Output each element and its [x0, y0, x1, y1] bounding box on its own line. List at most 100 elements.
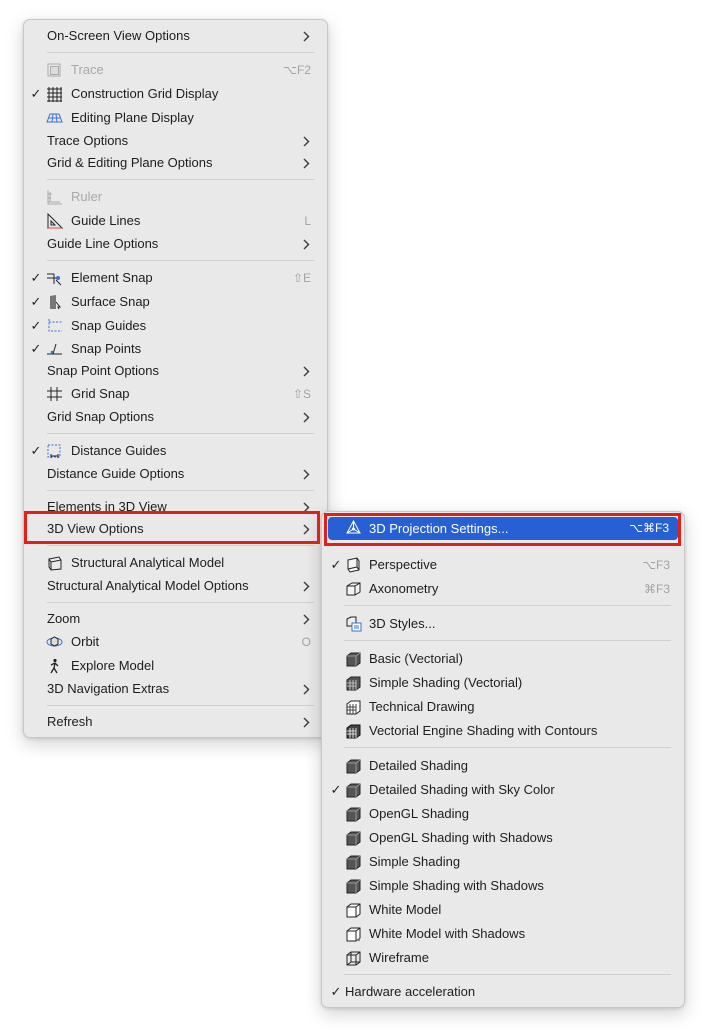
vectorial-contours-icon	[345, 723, 362, 739]
menu-item-zoom[interactable]: Zoom	[24, 608, 327, 630]
menu-item-label: Axonometry	[369, 581, 439, 596]
menu-separator	[47, 52, 314, 53]
walking-person-icon	[46, 658, 63, 674]
chevron-right-icon	[303, 406, 313, 428]
3d-styles-icon	[345, 616, 362, 632]
chevron-right-icon	[303, 360, 313, 382]
chevron-right-icon	[303, 233, 313, 255]
menu-item-opengl-shading-shadows[interactable]: OpenGL Shading with Shadows	[322, 827, 684, 849]
menu-separator	[47, 490, 314, 491]
menu-item-snap-guides[interactable]: ✓ Snap Guides	[24, 315, 327, 337]
menu-item-axonometry[interactable]: Axonometry ⌘F3	[322, 578, 684, 600]
menu-item-label: Snap Guides	[71, 318, 147, 333]
menu-item-grid-editing-plane-options[interactable]: Grid & Editing Plane Options	[24, 152, 327, 174]
menu-separator	[344, 640, 671, 641]
menu-item-3d-styles[interactable]: 3D Styles...	[322, 613, 684, 635]
menu-item-element-snap[interactable]: ✓ Element Snap ⇧E	[24, 267, 327, 289]
menu-item-3d-view-options[interactable]: 3D View Options	[24, 518, 327, 540]
menu-item-guide-lines[interactable]: Guide Lines L	[24, 210, 327, 232]
chevron-right-icon	[303, 678, 313, 700]
menu-separator	[47, 545, 314, 546]
menu-item-label: Simple Shading (Vectorial)	[369, 675, 523, 690]
chevron-right-icon	[303, 463, 313, 485]
checkmark-icon: ✓	[30, 270, 42, 285]
menu-item-white-model-shadows[interactable]: White Model with Shadows	[322, 923, 684, 945]
perspective-icon	[345, 557, 362, 573]
menu-item-label: 3D View Options	[47, 521, 144, 536]
projection-settings-icon	[345, 520, 362, 536]
opengl-shading-icon	[345, 806, 362, 822]
simple-shading-icon	[345, 854, 362, 870]
white-model-icon	[345, 902, 362, 918]
shortcut-label: ⌥F3	[642, 558, 670, 572]
menu-item-white-model[interactable]: White Model	[322, 899, 684, 921]
menu-item-label: Guide Line Options	[47, 236, 159, 251]
chevron-right-icon	[303, 711, 313, 733]
wireframe-icon	[345, 950, 362, 966]
menu-item-structural-analytical-model[interactable]: Structural Analytical Model	[24, 552, 327, 574]
menu-item-orbit[interactable]: Orbit O	[24, 631, 327, 653]
axonometry-icon	[345, 581, 362, 597]
menu-item-guide-line-options[interactable]: Guide Line Options	[24, 233, 327, 255]
menu-item-snap-point-options[interactable]: Snap Point Options	[24, 360, 327, 382]
shortcut-label: ⇧E	[292, 271, 311, 285]
menu-item-distance-guides[interactable]: ✓ Distance Guides	[24, 440, 327, 462]
menu-item-vectorial-engine-shading-contours[interactable]: Vectorial Engine Shading with Contours	[322, 720, 684, 742]
menu-item-trace[interactable]: Trace ⌥F2	[24, 59, 327, 81]
menu-item-label: Grid & Editing Plane Options	[47, 155, 213, 170]
chevron-right-icon	[303, 575, 313, 597]
ruler-icon	[46, 189, 63, 205]
menu-item-label: Orbit	[71, 634, 100, 649]
menu-item-wireframe[interactable]: Wireframe	[322, 947, 684, 969]
menu-item-refresh[interactable]: Refresh	[24, 711, 327, 733]
menu-item-simple-shading[interactable]: Simple Shading	[322, 851, 684, 873]
guide-lines-icon	[46, 213, 63, 229]
menu-item-hardware-acceleration[interactable]: ✓ Hardware acceleration	[322, 981, 684, 1003]
menu-item-explore-model[interactable]: Explore Model	[24, 655, 327, 677]
chevron-right-icon	[303, 518, 313, 540]
checkmark-icon: ✓	[30, 318, 42, 333]
menu-item-basic-vectorial[interactable]: Basic (Vectorial)	[322, 648, 684, 670]
menu-item-label: Wireframe	[369, 950, 429, 965]
menu-item-3d-navigation-extras[interactable]: 3D Navigation Extras	[24, 678, 327, 700]
menu-item-trace-options[interactable]: Trace Options	[24, 130, 327, 152]
menu-item-detailed-shading-sky-color[interactable]: ✓ Detailed Shading with Sky Color	[322, 779, 684, 801]
checkmark-icon: ✓	[30, 341, 42, 356]
menu-separator	[47, 602, 314, 603]
simple-shading-vectorial-icon	[345, 675, 362, 691]
white-model-shadows-icon	[345, 926, 362, 942]
menu-item-grid-snap-options[interactable]: Grid Snap Options	[24, 406, 327, 428]
checkmark-icon: ✓	[30, 86, 42, 101]
menu-item-label: Distance Guides	[71, 443, 167, 458]
menu-item-3d-projection-settings[interactable]: 3D Projection Settings... ⌥⌘F3	[328, 517, 678, 540]
menu-item-simple-shading-shadows[interactable]: Simple Shading with Shadows	[322, 875, 684, 897]
menu-item-label: Perspective	[369, 557, 437, 572]
menu-item-snap-points[interactable]: ✓ Snap Points	[24, 338, 327, 360]
menu-item-label: Editing Plane Display	[71, 110, 194, 125]
menu-item-label: 3D Projection Settings...	[369, 521, 509, 536]
snap-points-icon	[46, 341, 63, 357]
menu-item-structural-analytical-model-options[interactable]: Structural Analytical Model Options	[24, 575, 327, 597]
menu-item-opengl-shading[interactable]: OpenGL Shading	[322, 803, 684, 825]
menu-item-on-screen-view-options[interactable]: On-Screen View Options	[24, 25, 327, 47]
menu-item-elements-in-3d-view[interactable]: Elements in 3D View	[24, 496, 327, 518]
menu-item-ruler[interactable]: Ruler	[24, 186, 327, 208]
structural-model-icon	[46, 555, 63, 571]
menu-item-construction-grid-display[interactable]: ✓ Construction Grid Display	[24, 83, 327, 105]
surface-snap-icon	[46, 294, 63, 310]
menu-item-label: White Model	[369, 902, 442, 917]
detailed-shading-icon	[345, 758, 362, 774]
menu-item-simple-shading-vectorial[interactable]: Simple Shading (Vectorial)	[322, 672, 684, 694]
menu-item-distance-guide-options[interactable]: Distance Guide Options	[24, 463, 327, 485]
menu-item-perspective[interactable]: ✓ Perspective ⌥F3	[322, 554, 684, 576]
menu-item-editing-plane-display[interactable]: Editing Plane Display	[24, 107, 327, 129]
menu-item-surface-snap[interactable]: ✓ Surface Snap	[24, 291, 327, 313]
opengl-shadows-icon	[345, 830, 362, 846]
menu-separator	[47, 433, 314, 434]
menu-separator	[344, 974, 671, 975]
menu-item-label: Trace	[71, 62, 104, 77]
menu-item-detailed-shading[interactable]: Detailed Shading	[322, 755, 684, 777]
shortcut-label: ⌘F3	[643, 582, 670, 596]
menu-item-technical-drawing[interactable]: Technical Drawing	[322, 696, 684, 718]
menu-item-grid-snap[interactable]: Grid Snap ⇧S	[24, 383, 327, 405]
